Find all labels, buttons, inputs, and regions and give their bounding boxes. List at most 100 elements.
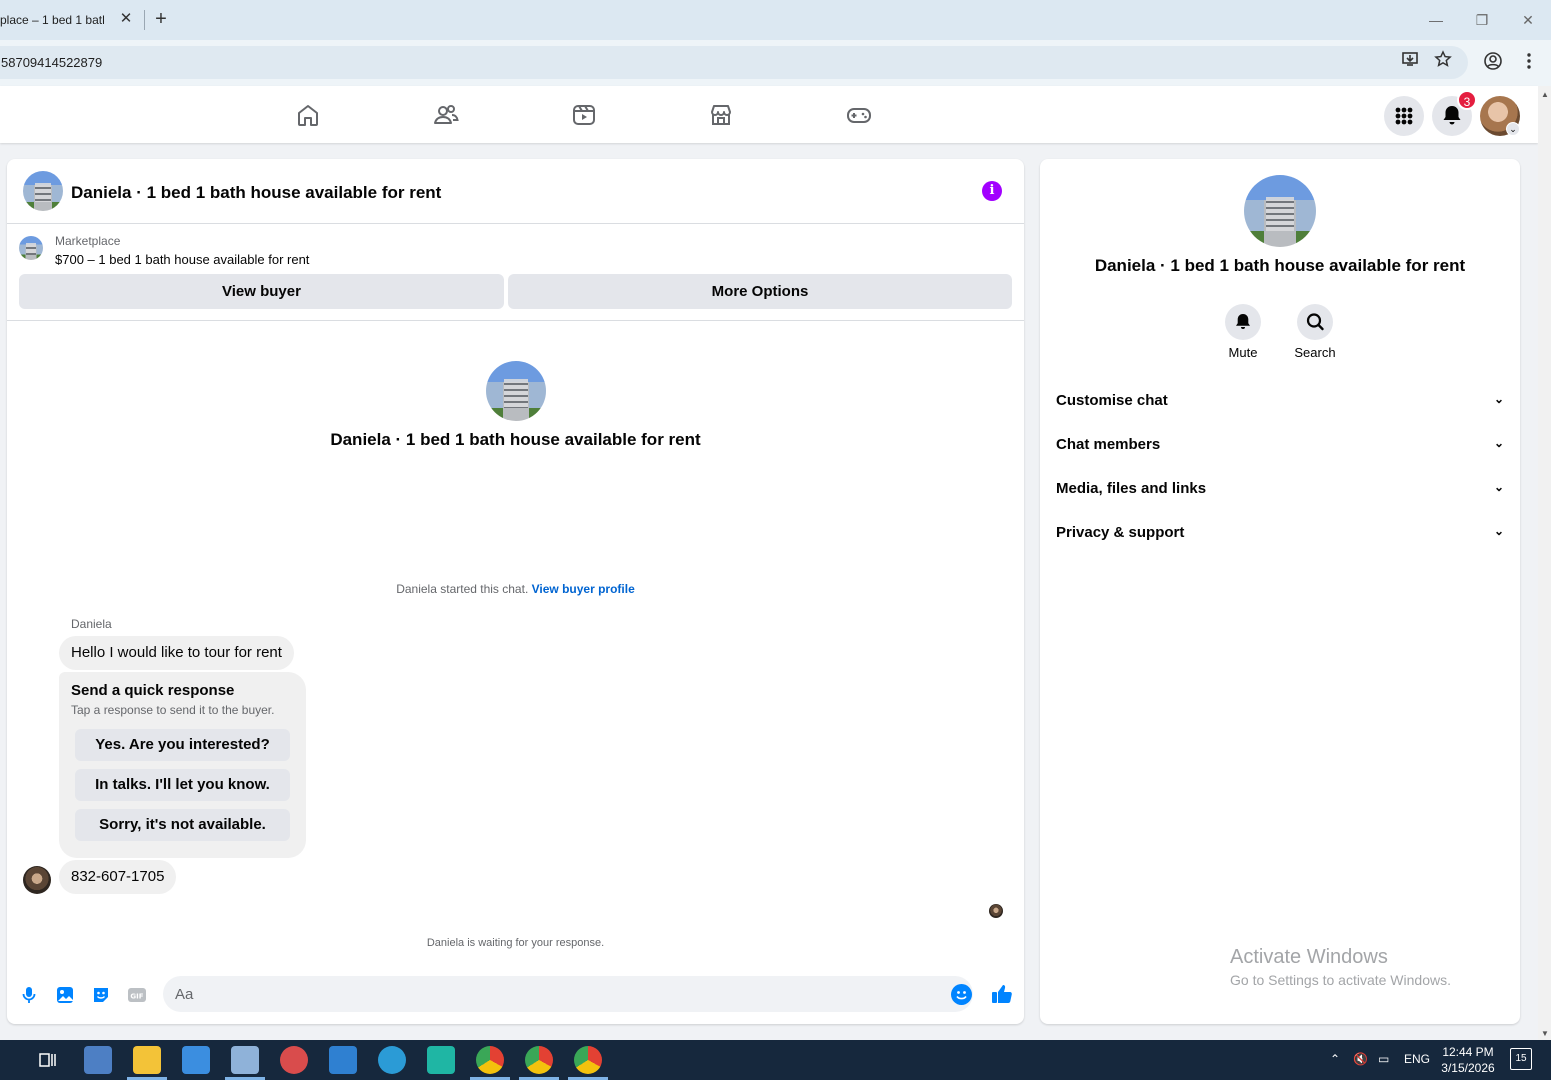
app-icon[interactable] [231, 1046, 259, 1074]
grid-icon [1395, 107, 1413, 125]
emoji-icon[interactable] [951, 984, 972, 1005]
minimize-icon[interactable]: — [1424, 8, 1448, 32]
row-label: Privacy & support [1056, 524, 1185, 541]
customise-chat-row[interactable]: Customise chat ⌄ [1056, 392, 1504, 409]
gaming-icon[interactable] [846, 102, 872, 128]
app-icon[interactable] [84, 1046, 112, 1074]
quick-reply-button[interactable]: In talks. I'll let you know. [75, 769, 290, 801]
started-text: Daniela started this chat. [396, 582, 529, 596]
windows-taskbar: ⌃ 🔇 ▭ ENG 12:44 PM 3/15/2026 15 [0, 1040, 1551, 1080]
chat-details-panel: Daniela · 1 bed 1 bath house available f… [1040, 159, 1520, 1024]
edge-icon[interactable] [378, 1046, 406, 1074]
chat-intro-title: Daniela · 1 bed 1 bath house available f… [330, 430, 701, 449]
mail-icon[interactable] [329, 1046, 357, 1074]
chat-title[interactable]: Daniela · 1 bed 1 bath house available f… [71, 183, 441, 203]
search-button[interactable] [1297, 304, 1333, 340]
chat-header: Daniela · 1 bed 1 bath house available f… [7, 159, 1024, 224]
details-avatar [1244, 175, 1316, 247]
listing-summary[interactable]: $700 – 1 bed 1 bath house available for … [55, 252, 309, 267]
facebook-top-nav: 3 ⌄ [0, 86, 1538, 143]
view-buyer-button[interactable]: View buyer [19, 274, 504, 309]
address-bar[interactable]: 58709414522879 [0, 46, 1468, 79]
video-icon[interactable] [571, 102, 597, 128]
chevron-down-icon: ⌄ [1493, 480, 1504, 494]
chrome-icon[interactable] [476, 1046, 504, 1074]
bookmark-star-icon[interactable] [1431, 50, 1455, 74]
tab-close-icon[interactable]: ✕ [118, 11, 134, 27]
message-bubble[interactable]: 832-607-1705 [59, 860, 177, 894]
language-indicator[interactable]: ENG [1404, 1052, 1430, 1066]
clock-time: 12:44 PM [1442, 1045, 1494, 1059]
quick-response-subtitle: Tap a response to send it to the buyer. [71, 703, 275, 717]
microphone-icon[interactable] [19, 985, 39, 1005]
home-icon[interactable] [295, 102, 321, 128]
info-icon[interactable]: i [982, 181, 1002, 201]
listing-thumbnail [19, 236, 43, 260]
network-icon[interactable]: ▭ [1378, 1052, 1389, 1066]
chrome-icon[interactable] [574, 1046, 602, 1074]
mute-button[interactable] [1225, 304, 1261, 340]
quick-response-title: Send a quick response [71, 682, 235, 699]
task-view-icon[interactable] [34, 1046, 62, 1074]
marketplace-icon[interactable] [708, 102, 734, 128]
scroll-down-icon[interactable]: ▼ [1541, 1029, 1549, 1038]
thumbs-up-icon[interactable] [990, 982, 1014, 1006]
page-scrollbar[interactable]: ▲ ▼ [1538, 86, 1551, 1040]
notification-badge: 3 [1457, 90, 1477, 110]
gif-icon[interactable]: GIF [127, 985, 147, 1005]
view-buyer-profile-link[interactable]: View buyer profile [532, 582, 635, 596]
store-icon[interactable] [182, 1046, 210, 1074]
privacy-support-row[interactable]: Privacy & support ⌄ [1056, 524, 1504, 541]
read-receipt-avatar [989, 904, 1003, 918]
profile-icon[interactable] [1481, 51, 1505, 75]
row-label: Media, files and links [1056, 480, 1207, 497]
search-icon [1306, 313, 1324, 331]
activate-windows-title: Activate Windows [1230, 946, 1388, 968]
message-input[interactable]: Aa [163, 976, 973, 1012]
quick-reply-button[interactable]: Yes. Are you interested? [75, 729, 290, 761]
chevron-down-icon[interactable]: ⌄ [1506, 122, 1520, 136]
close-window-icon[interactable]: ✕ [1516, 8, 1540, 32]
chat-panel: Daniela · 1 bed 1 bath house available f… [7, 159, 1024, 1024]
sender-name: Daniela [71, 617, 112, 631]
new-tab-button[interactable]: + [151, 9, 171, 30]
menu-grid-button[interactable] [1384, 96, 1424, 136]
browser-menu-icon[interactable] [1517, 51, 1541, 75]
clock-date: 3/15/2026 [1441, 1061, 1495, 1075]
quick-reply-button[interactable]: Sorry, it's not available. [75, 809, 290, 841]
action-center-icon[interactable]: 15 [1510, 1048, 1532, 1070]
app-icon[interactable] [427, 1046, 455, 1074]
friends-icon[interactable] [433, 102, 459, 128]
media-files-links-row[interactable]: Media, files and links ⌄ [1056, 480, 1504, 497]
row-label: Chat members [1056, 436, 1161, 453]
details-title: Daniela · 1 bed 1 bath house available f… [1094, 256, 1466, 275]
volume-muted-icon[interactable]: 🔇 [1353, 1052, 1368, 1066]
chevron-up-icon[interactable]: ⌃ [1330, 1052, 1340, 1066]
sticker-icon[interactable] [91, 985, 111, 1005]
message-bubble[interactable]: Hello I would like to tour for rent [59, 636, 294, 670]
search-label: Search [1294, 345, 1336, 360]
chevron-down-icon: ⌄ [1493, 436, 1504, 450]
mute-label: Mute [1228, 345, 1258, 360]
browser-tab[interactable]: place – 1 bed 1 bath ✕ [0, 0, 144, 40]
listing-avatar[interactable] [23, 171, 63, 211]
paint-icon[interactable] [280, 1046, 308, 1074]
more-options-button[interactable]: More Options [508, 274, 1012, 309]
install-app-icon[interactable] [1398, 50, 1422, 74]
file-explorer-icon[interactable] [133, 1046, 161, 1074]
scroll-up-icon[interactable]: ▲ [1541, 90, 1549, 99]
chat-members-row[interactable]: Chat members ⌄ [1056, 436, 1504, 453]
photo-icon[interactable] [55, 985, 75, 1005]
marketplace-label: Marketplace [55, 234, 121, 248]
chat-started-notice: Daniela started this chat. View buyer pr… [7, 582, 1024, 596]
waiting-notice: Daniela is waiting for your response. [426, 937, 605, 949]
row-label: Customise chat [1056, 392, 1168, 409]
clock[interactable]: 12:44 PM 3/15/2026 [1437, 1044, 1499, 1076]
chrome-icon[interactable] [525, 1046, 553, 1074]
divider [7, 320, 1024, 321]
sender-avatar[interactable] [23, 866, 51, 894]
restore-icon[interactable]: ❐ [1470, 8, 1494, 32]
chevron-down-icon: ⌄ [1493, 392, 1504, 406]
bell-icon [1236, 314, 1250, 329]
action-center-count: 15 [1515, 1053, 1527, 1064]
